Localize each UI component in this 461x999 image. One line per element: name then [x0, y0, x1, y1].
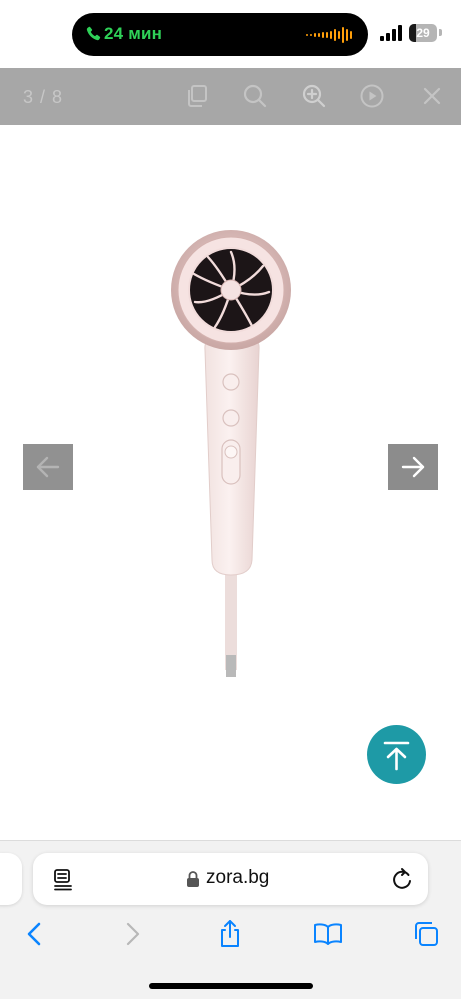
lightbox-image-area — [0, 125, 461, 840]
call-duration: 24 мин — [104, 24, 163, 43]
cellular-signal-icon — [380, 25, 402, 41]
lightbox-toolbar: 3 / 8 — [0, 68, 461, 125]
forward-icon — [126, 922, 140, 946]
forward-button[interactable] — [118, 919, 148, 949]
close-icon — [423, 87, 441, 105]
tabs-button[interactable] — [411, 919, 441, 949]
arrow-right-icon — [401, 456, 425, 478]
product-image-hair-dryer[interactable] — [160, 230, 300, 685]
battery-tip — [439, 29, 442, 36]
previous-tab-preview[interactable] — [0, 853, 22, 905]
battery-level: 29 — [416, 26, 430, 40]
dynamic-island-call[interactable]: 24 мин — [72, 13, 368, 56]
slideshow-play-button[interactable] — [359, 83, 385, 109]
zoom-in-button[interactable] — [301, 83, 327, 109]
copy-icon — [188, 85, 207, 107]
status-bar: 24 мин 29 — [0, 0, 461, 68]
back-icon — [27, 922, 41, 946]
zoom-out-button[interactable] — [242, 83, 268, 109]
back-button[interactable] — [19, 919, 49, 949]
play-icon — [360, 84, 384, 108]
audio-waveform-icon — [306, 27, 352, 43]
home-indicator[interactable] — [149, 983, 313, 989]
battery-icon: 29 — [409, 24, 437, 42]
scroll-to-top-button[interactable] — [367, 725, 426, 784]
tabs-icon — [415, 922, 438, 946]
arrow-up-to-line-icon — [383, 741, 410, 771]
zoom-out-icon — [243, 84, 267, 108]
url-text[interactable]: zora.bg — [206, 867, 269, 889]
share-icon — [221, 920, 239, 947]
bookmarks-icon — [314, 923, 342, 945]
address-bar[interactable]: zora.bg — [33, 853, 428, 905]
reload-icon[interactable] — [389, 866, 415, 892]
close-lightbox-button[interactable] — [419, 83, 445, 109]
page-menu-icon[interactable] — [51, 867, 75, 891]
browser-toolbar: zora.bg — [0, 840, 461, 999]
image-counter: 3 / 8 — [23, 87, 64, 107]
zoom-in-icon — [302, 84, 326, 108]
lock-icon — [187, 871, 199, 887]
phone-icon — [86, 26, 101, 41]
screen: 24 мин 29 3 / 8 zora.bg — [0, 0, 461, 999]
arrow-left-icon — [36, 456, 60, 478]
copy-button[interactable] — [184, 83, 210, 109]
bookmarks-button[interactable] — [313, 919, 343, 949]
previous-image-button[interactable] — [23, 444, 73, 490]
share-button[interactable] — [215, 919, 245, 949]
next-image-button[interactable] — [388, 444, 438, 490]
